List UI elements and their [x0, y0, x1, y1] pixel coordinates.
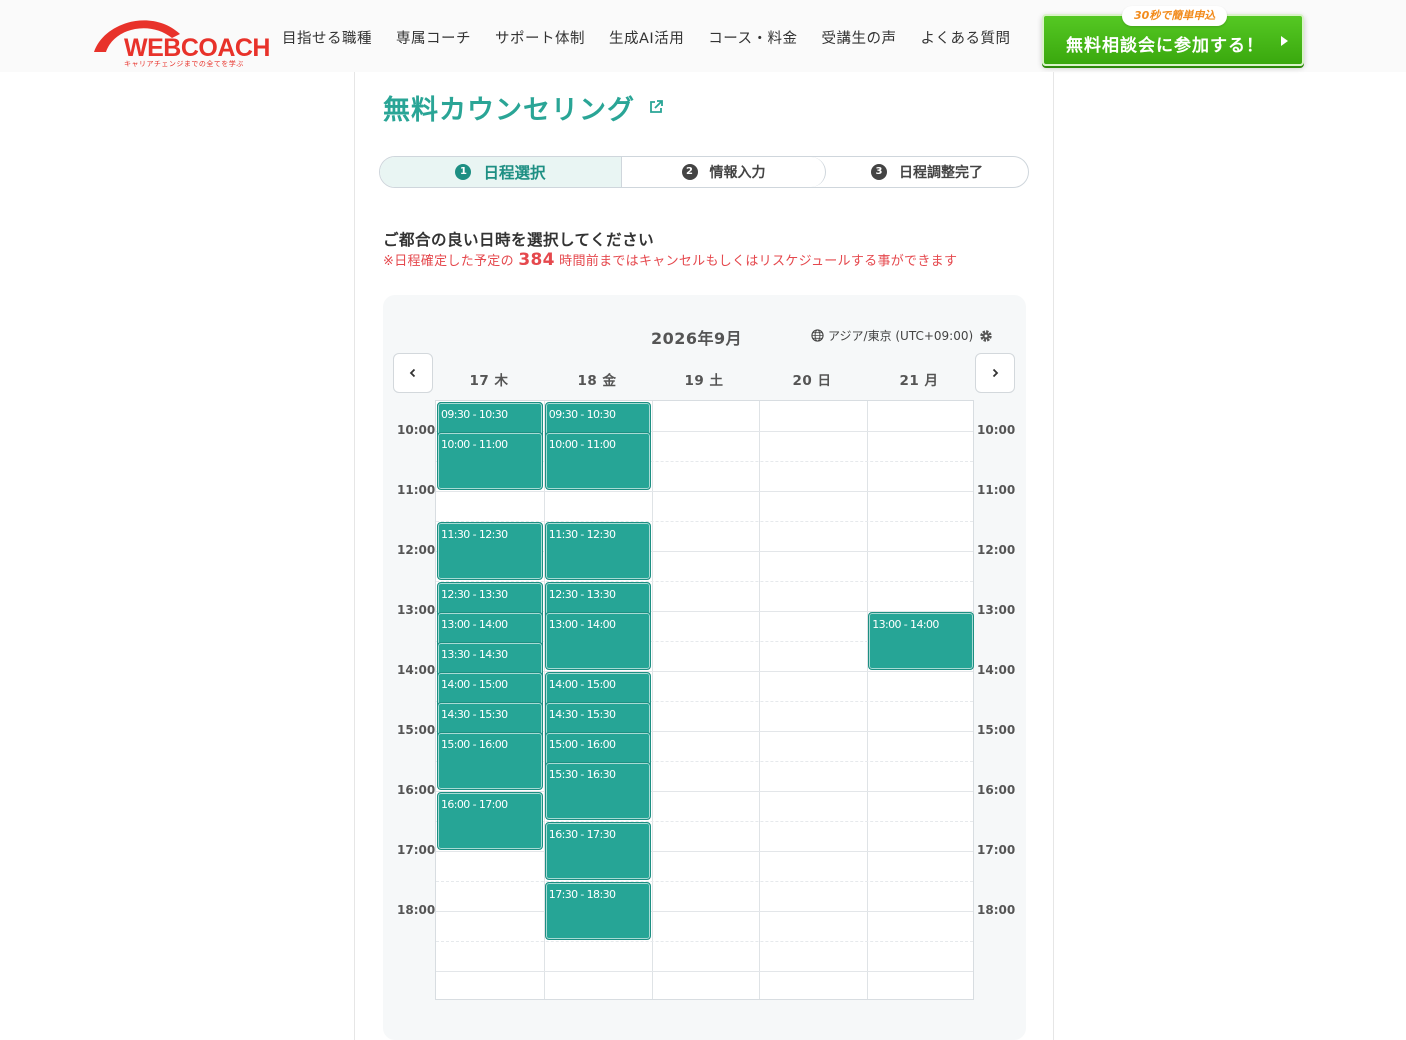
grid-row-line [436, 941, 973, 942]
day-header-20: 20 日 [792, 373, 832, 389]
nav-item-coach[interactable]: 専属コーチ [384, 27, 483, 48]
free-consultation-button[interactable]: 30秒で簡単申込 無料相談会に参加する！ [1042, 6, 1304, 66]
time-grid: 09:00 - 10:0009:30 - 10:3010:00 - 11:001… [435, 400, 974, 1000]
hour-label: 18:00 [397, 903, 436, 917]
chevron-left-icon [409, 368, 416, 378]
play-arrow-icon [1281, 36, 1288, 46]
time-slot-button[interactable]: 16:30 - 17:30 [544, 822, 651, 880]
day-header-18: 18 金 [577, 373, 617, 389]
time-slot-button[interactable]: 11:30 - 12:30 [437, 522, 543, 580]
page-title: 無料カウンセリング [383, 95, 635, 126]
hour-label: 13:00 [397, 603, 436, 617]
hour-label: 15:00 [397, 723, 436, 737]
grid-row-line [436, 491, 973, 492]
hour-label: 10:00 [397, 423, 436, 437]
cta-label: 無料相談会に参加する！ [1066, 36, 1264, 56]
webcoach-logo[interactable]: WEBCOACH キャリアチェンジまでの全てを学ぶ [92, 14, 271, 68]
calendar: 2026年9月 アジア/東京 (UTC+09:00) 17 木 18 金 19 … [383, 295, 1026, 1040]
grid-row-line [436, 971, 973, 972]
time-slot-button[interactable]: 13:00 - 14:00 [544, 612, 651, 670]
site-header: WEBCOACH キャリアチェンジまでの全てを学ぶ 目指せる職種 専属コーチ サ… [0, 0, 1406, 72]
day-header-21: 21 月 [899, 373, 939, 389]
logo-tagline: キャリアチェンジまでの全てを学ぶ [124, 60, 244, 68]
nav-item-ai[interactable]: 生成AI活用 [597, 27, 696, 48]
hour-label: 18:00 [977, 903, 1016, 917]
hour-label: 17:00 [397, 843, 436, 857]
main-nav: 目指せる職種 専属コーチ サポート体制 生成AI活用 コース・料金 受講生の声 … [270, 27, 1022, 48]
timezone-label: アジア/東京 (UTC+09:00) [828, 329, 974, 343]
step-label: 情報入力 [709, 165, 766, 181]
nav-item-pricing[interactable]: コース・料金 [696, 27, 809, 48]
time-slot-button[interactable]: 17:30 - 18:30 [544, 882, 651, 940]
timezone-selector[interactable]: アジア/東京 (UTC+09:00) [811, 327, 973, 344]
step-indicator: 1 日程選択 2 情報入力 3 日程調整完了 [379, 156, 1029, 188]
note-prefix: ※日程確定した予定の [383, 254, 514, 269]
time-slot-button[interactable]: 13:00 - 14:00 [868, 612, 974, 670]
hour-label: 13:00 [977, 603, 1016, 617]
step-number: 3 [871, 164, 887, 180]
note-suffix: 時間前まではキャンセルもしくはリスケジュールする事ができます [559, 254, 958, 269]
hour-label: 11:00 [397, 483, 436, 497]
step-number: 2 [681, 164, 698, 180]
nav-item-support[interactable]: サポート体制 [483, 27, 597, 48]
day-header-17: 17 木 [469, 373, 509, 389]
grid-row-line [436, 881, 973, 882]
step-label: 日程選択 [483, 164, 546, 182]
time-slot-button[interactable]: 16:00 - 17:00 [437, 792, 543, 850]
time-slot-button[interactable]: 15:00 - 16:00 [437, 732, 543, 790]
step-label: 日程調整完了 [899, 165, 983, 181]
time-slot-button[interactable]: 11:30 - 12:30 [544, 522, 651, 580]
instruction-text: ご都合の良い日時を選択してください [383, 231, 655, 249]
booking-panel: 無料カウンセリング 1 日程選択 2 情報入力 3 日程調整完了 ご都合の良い日… [354, 72, 1054, 1040]
hour-label: 12:00 [397, 543, 436, 557]
prev-week-button[interactable] [393, 353, 433, 393]
grid-row-line [436, 851, 973, 852]
step-2: 2 情報入力 [622, 157, 826, 187]
hour-label: 16:00 [397, 783, 436, 797]
step-3: 3 日程調整完了 [826, 157, 1028, 187]
nav-item-faq[interactable]: よくある質問 [908, 27, 1022, 48]
grid-row-line [436, 911, 973, 912]
next-week-button[interactable] [975, 353, 1015, 393]
step-number: 1 [455, 164, 472, 180]
hour-label: 14:00 [397, 663, 436, 677]
hour-label: 14:00 [977, 663, 1016, 677]
note-hours: 384 [518, 250, 555, 270]
gear-icon[interactable] [979, 329, 993, 343]
external-link-icon[interactable] [649, 100, 663, 114]
chevron-right-icon [992, 368, 999, 378]
hour-label: 12:00 [977, 543, 1016, 557]
nav-item-voices[interactable]: 受講生の声 [809, 27, 908, 48]
time-slot-button[interactable]: 15:30 - 16:30 [544, 762, 651, 820]
hour-label: 17:00 [977, 843, 1016, 857]
cta-badge: 30秒で簡単申込 [1122, 6, 1228, 26]
nav-item-jobs[interactable]: 目指せる職種 [270, 27, 384, 48]
hour-label: 15:00 [977, 723, 1016, 737]
globe-icon [811, 329, 824, 342]
cancel-policy-note: ※日程確定した予定の 384 時間前まではキャンセルもしくはリスケジュールする事… [383, 250, 957, 270]
time-slot-button[interactable]: 10:00 - 11:00 [437, 432, 543, 490]
calendar-month: 2026年9月 [651, 329, 743, 348]
hour-label: 11:00 [977, 483, 1016, 497]
day-header-19: 19 土 [684, 373, 724, 389]
step-1: 1 日程選択 [380, 157, 622, 187]
time-slot-button[interactable]: 10:00 - 11:00 [544, 432, 651, 490]
hour-label: 10:00 [977, 423, 1016, 437]
hour-label: 16:00 [977, 783, 1016, 797]
